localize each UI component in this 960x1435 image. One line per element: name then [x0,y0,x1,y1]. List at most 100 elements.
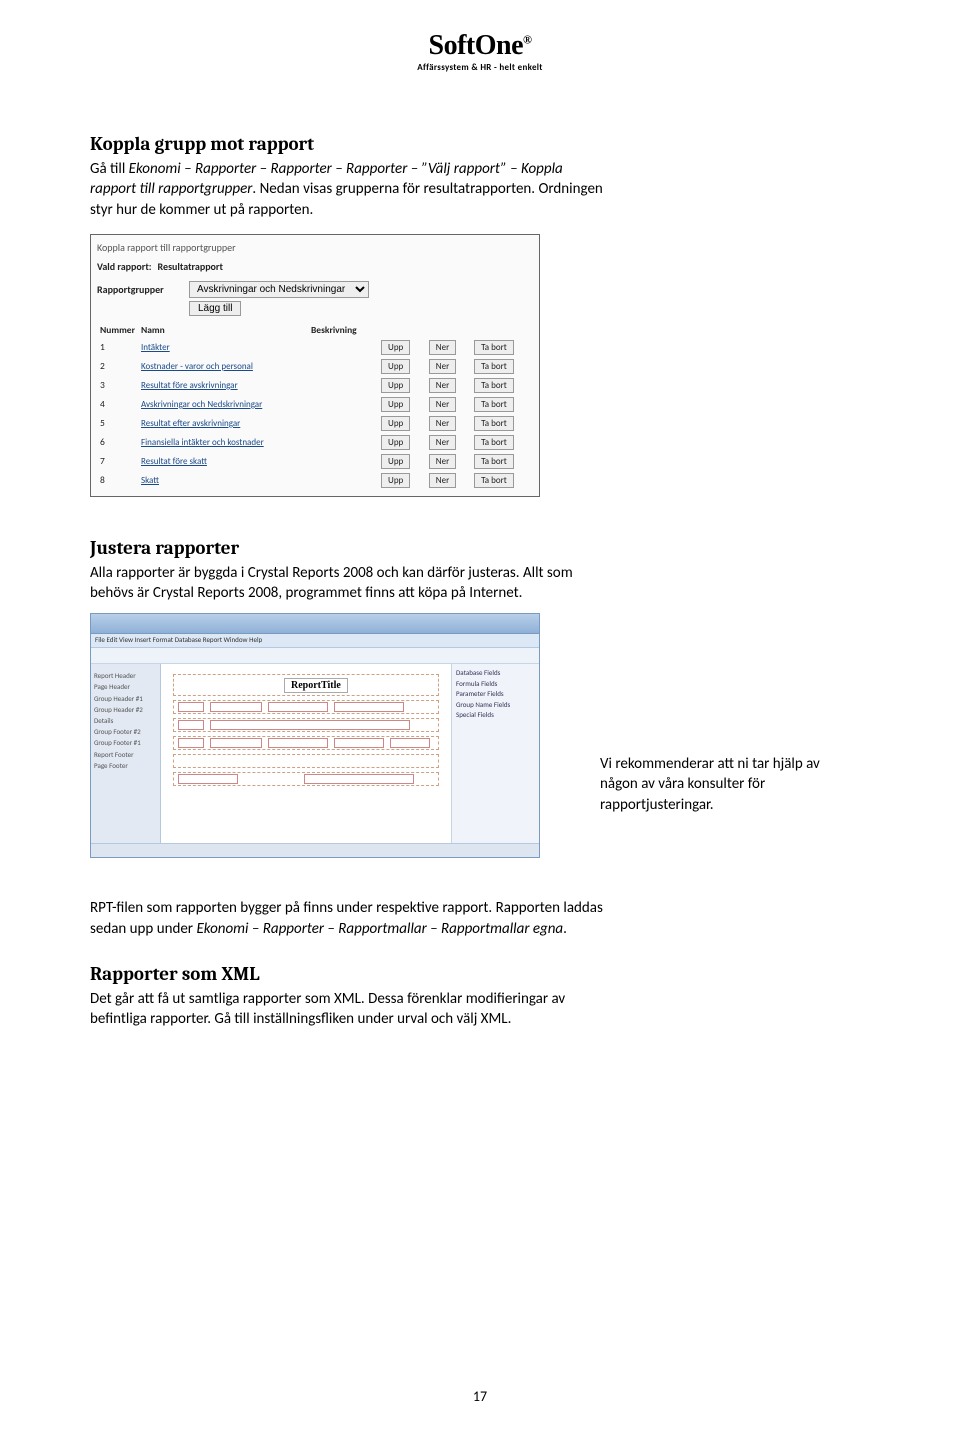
text: Gå till [90,160,129,178]
logo-reg: ® [523,33,531,47]
cr-field[interactable] [334,702,404,712]
cr-field[interactable] [210,702,262,712]
upp-button[interactable]: Upp [381,454,410,469]
upp-button[interactable]: Upp [381,435,410,450]
table-row: 3Resultat före avskrivningar Upp Ner Ta bor… [97,376,533,395]
table-row: 5Resultat efter avskrivningar Upp Ner Ta bo… [97,414,533,433]
tabort-button[interactable]: Ta bort [474,416,514,431]
cr-band [173,754,439,768]
cr-titlebar [91,614,539,634]
upp-button[interactable]: Upp [381,340,410,355]
field-group[interactable]: Special Fields [456,710,535,721]
section-label: Group Footer #2 [94,726,157,737]
tabort-button[interactable]: Ta bort [474,340,514,355]
row-num: 1 [97,338,138,357]
cr-band-header: ReportTitle [173,674,439,696]
row-num: 3 [97,376,138,395]
rapportgrupper-dropdown[interactable]: Avskrivningar och Nedskrivningar [189,281,369,298]
upp-button[interactable]: Upp [381,397,410,412]
window-title: Koppla rapport till rapportgrupper [97,241,533,254]
tabort-button[interactable]: Ta bort [474,397,514,412]
row-num: 5 [97,414,138,433]
upp-button[interactable]: Upp [381,359,410,374]
vald-rapport-value: Resultatrapport [158,260,223,273]
logo-text: SoftOne® [90,30,870,62]
cr-field[interactable] [304,774,414,784]
section-label: Group Header #1 [94,693,157,704]
section-label: Page Footer [94,760,157,771]
row-name-link[interactable]: Skatt [138,471,308,490]
cr-field[interactable] [268,738,328,748]
cr-field[interactable] [178,702,204,712]
row-num: 2 [97,357,138,376]
ner-button[interactable]: Ner [429,340,456,355]
page-number: 17 [0,1388,960,1405]
cr-field[interactable] [210,720,410,730]
cr-field[interactable] [178,720,204,730]
ner-button[interactable]: Ner [429,473,456,488]
cr-field[interactable] [268,702,328,712]
side-note-recommendation: Vi rekommenderar att ni tar hjälp av någ… [600,754,860,815]
table-header-row: Nummer Namn Beskrivning [97,322,533,338]
field-group[interactable]: Group Name Fields [456,700,535,711]
row-name-link[interactable]: Kostnader - varor och personal [138,357,308,376]
tabort-button[interactable]: Ta bort [474,454,514,469]
heading-justera-rapporter: Justera rapporter [90,537,870,559]
cr-band [173,700,439,714]
ner-button[interactable]: Ner [429,397,456,412]
cr-field[interactable] [178,774,238,784]
logo-tagline: Affärssystem & HR - helt enkelt [90,62,870,73]
ner-button[interactable]: Ner [429,416,456,431]
cr-statusbar [91,843,539,857]
row-num: 8 [97,471,138,490]
row-name-link[interactable]: Resultat efter avskrivningar [138,414,308,433]
ner-button[interactable]: Ner [429,454,456,469]
col-namn: Namn [138,322,308,338]
heading-rapporter-som-xml: Rapporter som XML [90,963,870,985]
cr-field-explorer[interactable]: Database Fields Formula Fields Parameter… [451,664,539,843]
ner-button[interactable]: Ner [429,378,456,393]
col-nummer: Nummer [97,322,138,338]
screenshot-koppla-rapport: Koppla rapport till rapportgrupper Vald … [90,234,540,497]
tabort-button[interactable]: Ta bort [474,378,514,393]
table-row: 4Avskrivningar och NedskrivningarUppNerT… [97,395,533,414]
tabort-button[interactable]: Ta bort [474,473,514,488]
cr-field[interactable] [178,738,204,748]
row-name-link[interactable]: Finansiella intäkter och kostnader [138,433,308,452]
upp-button[interactable]: Upp [381,416,410,431]
cr-band [173,772,439,786]
section4-paragraph: Det går att få ut samtliga rapporter som… [90,989,610,1030]
section3-paragraph: RPT-filen som rapporten bygger på finns … [90,898,610,939]
cr-toolbar[interactable] [91,648,539,664]
upp-button[interactable]: Upp [381,378,410,393]
cr-field[interactable] [390,738,430,748]
cr-design-canvas[interactable]: ReportTitle [161,664,451,843]
vald-rapport-label: Vald rapport: [97,260,152,273]
cr-menubar[interactable]: File Edit View Insert Format Database Re… [91,634,539,648]
cr-field[interactable] [210,738,262,748]
field-group[interactable]: Database Fields [456,668,535,679]
section-label: Report Header [94,670,157,681]
table-row: 8Skatt Upp Ner Ta bort [97,471,533,490]
section-label: Group Header #2 [94,704,157,715]
field-group[interactable]: Parameter Fields [456,689,535,700]
row-name-link[interactable]: Resultat före skatt [138,452,308,471]
ner-button[interactable]: Ner [429,435,456,450]
lagg-till-button[interactable]: Lägg till [189,301,241,316]
field-group[interactable]: Formula Fields [456,679,535,690]
cr-band [173,736,439,750]
row-name-link[interactable]: Intäkter [138,338,308,357]
section-label: Group Footer #1 [94,737,157,748]
table-row: 6Finansiella intäkter och kostnaderUppNe… [97,433,533,452]
upp-button[interactable]: Upp [381,473,410,488]
tabort-button[interactable]: Ta bort [474,435,514,450]
tabort-button[interactable]: Ta bort [474,359,514,374]
ner-button[interactable]: Ner [429,359,456,374]
row-name-link[interactable]: Resultat före avskrivningar [138,376,308,395]
cr-reporttitle-field[interactable]: ReportTitle [284,678,348,693]
row-name-link[interactable]: Avskrivningar och Nedskrivningar [138,395,308,414]
cr-field[interactable] [334,738,384,748]
table-row: 1Intäkter Upp Ner Ta bort [97,338,533,357]
heading-koppla-grupp: Koppla grupp mot rapport [90,133,870,155]
cr-band [173,718,439,732]
